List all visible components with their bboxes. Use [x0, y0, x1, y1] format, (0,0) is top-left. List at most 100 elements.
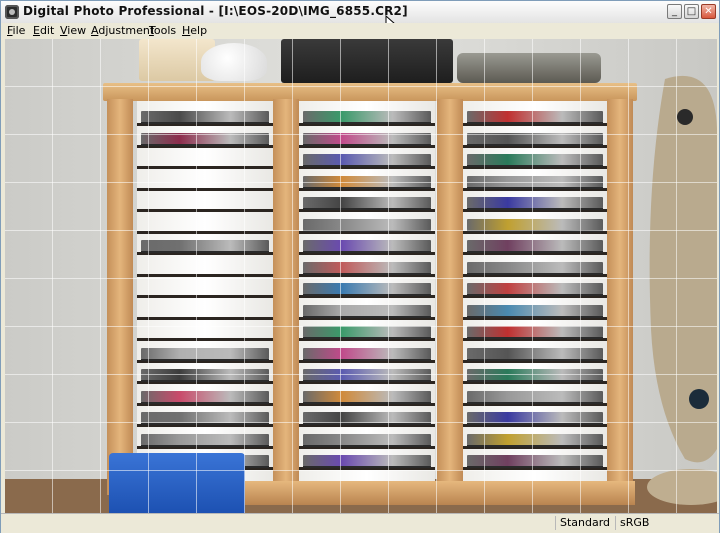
- photo-shelf-slot: [299, 381, 435, 384]
- photo-shelf-slot: [463, 359, 607, 363]
- minimize-button[interactable]: _: [667, 4, 682, 19]
- status-color-space: sRGB: [615, 516, 719, 530]
- photo-shelf-slot: [137, 338, 273, 341]
- photo-cd-case: [467, 433, 603, 445]
- photo-cd-case: [467, 304, 603, 316]
- photo-shelf-slot: [299, 445, 435, 449]
- photo-shelf-slot: [137, 144, 273, 148]
- photo-cd-case: [467, 326, 603, 337]
- photo-cd-case: [303, 218, 431, 230]
- photo-shelf-slot: [299, 273, 435, 277]
- photo-cd-case: [303, 197, 431, 208]
- photo-shelf-slot: [299, 230, 435, 234]
- photo-cd-case: [303, 412, 431, 423]
- photo-shelf-slot: [463, 445, 607, 449]
- photo-shelf-slot: [463, 338, 607, 341]
- status-bar: Standard sRGB: [1, 513, 719, 533]
- title-bar[interactable]: Digital Photo Professional - [I:\EOS-20D…: [1, 1, 719, 31]
- photo-dark-box-item: [281, 39, 453, 83]
- menu-adjustment[interactable]: Adjustment: [91, 24, 154, 37]
- photo-mouse-item: [201, 43, 267, 81]
- photo-shelf-slot: [137, 445, 273, 449]
- photo-shelf-slot: [137, 252, 273, 255]
- photo-cd-case: [303, 175, 431, 187]
- photo-shelf-slot: [463, 166, 607, 169]
- photo-shelf-slot: [137, 123, 273, 126]
- menu-edit[interactable]: Edit: [33, 24, 54, 37]
- photo-shelf-slot: [299, 467, 435, 470]
- photo-shelf-slot: [463, 295, 607, 298]
- app-window: Digital Photo Professional - [I:\EOS-20D…: [0, 0, 720, 533]
- photo-cd-case: [467, 261, 603, 273]
- photo-shelf-slot: [299, 316, 435, 320]
- status-picture-style: Standard: [555, 516, 615, 530]
- menu-tools[interactable]: Tools: [149, 24, 176, 37]
- photo-shelf-top: [103, 83, 637, 101]
- photo-shelf-slot: [463, 252, 607, 255]
- photo-cd-case: [303, 283, 431, 294]
- photo-shelf-slot: [299, 252, 435, 255]
- photo-shelf-bay-right: [463, 101, 607, 483]
- photo-cd-case: [467, 175, 603, 187]
- photo-cd-case: [303, 326, 431, 337]
- photo-shelf-slot: [299, 187, 435, 191]
- photo-cd-case: [141, 240, 269, 251]
- photo-cd-case: [141, 347, 269, 359]
- photo-cd-case: [303, 261, 431, 273]
- photo-shelf-slot: [137, 316, 273, 320]
- photo-cameras-item: [457, 53, 601, 83]
- photo-cd-case: [467, 240, 603, 251]
- photo-shelf-slot: [137, 402, 273, 406]
- photo-cd-case: [467, 132, 603, 144]
- photo-shelf-slot: [137, 424, 273, 427]
- photo-cd-case: [303, 132, 431, 144]
- photo-shelf-slot: [299, 123, 435, 126]
- photo-shelf-slot: [463, 424, 607, 427]
- photo-shelf-slot: [299, 295, 435, 298]
- photo-cd-case: [467, 197, 603, 208]
- photo-shelf-post: [107, 99, 133, 495]
- photo-cd-case: [467, 369, 603, 380]
- photo-blue-case: [109, 453, 245, 513]
- menu-view[interactable]: View: [60, 24, 86, 37]
- photo-shelf-slot: [299, 144, 435, 148]
- photo-cd-case: [303, 347, 431, 359]
- menu-help[interactable]: Help: [182, 24, 207, 37]
- window-title: Digital Photo Professional - [I:\EOS-20D…: [23, 4, 408, 18]
- photo-shelf-post: [607, 99, 633, 495]
- photo-cd-case: [467, 154, 603, 165]
- photo-shelf-slot: [137, 359, 273, 363]
- photo-shelf-slot: [463, 402, 607, 406]
- photo-cd-case: [141, 390, 269, 402]
- photo-shelf-slot: [137, 209, 273, 212]
- photo-shelf-slot: [137, 273, 273, 277]
- photo-cd-case: [141, 412, 269, 423]
- photo-cd-case: [303, 390, 431, 402]
- camera-app-icon[interactable]: [5, 5, 19, 19]
- photo-shelf-slot: [463, 187, 607, 191]
- maximize-button[interactable]: □: [684, 4, 699, 19]
- photo-cd-case: [303, 455, 431, 466]
- photo-cd-case: [303, 154, 431, 165]
- photo-cd-case: [467, 412, 603, 423]
- photo-shelf-slot: [299, 359, 435, 363]
- photo-shelf-bay-middle: [299, 101, 435, 483]
- photo-shelf-slot: [463, 123, 607, 126]
- status-message: [1, 516, 555, 530]
- photo-cd-case: [467, 283, 603, 294]
- photo-shelf-slot: [137, 230, 273, 234]
- photo-cd-case: [141, 369, 269, 380]
- photo-shelf-slot: [463, 144, 607, 148]
- photo-cd-case: [467, 111, 603, 122]
- close-button[interactable]: ✕: [701, 4, 716, 19]
- image-viewport[interactable]: [5, 39, 717, 513]
- photo-cd-case: [467, 218, 603, 230]
- photo-shelf-post: [273, 99, 299, 495]
- photo-lamp: [647, 75, 717, 505]
- photo-cd-case: [303, 111, 431, 122]
- menu-file[interactable]: File: [7, 24, 25, 37]
- photo-cd-case: [303, 369, 431, 380]
- photo-cd-case: [467, 455, 603, 466]
- photo-shelf-slot: [463, 230, 607, 234]
- photo-shelf-slot: [463, 209, 607, 212]
